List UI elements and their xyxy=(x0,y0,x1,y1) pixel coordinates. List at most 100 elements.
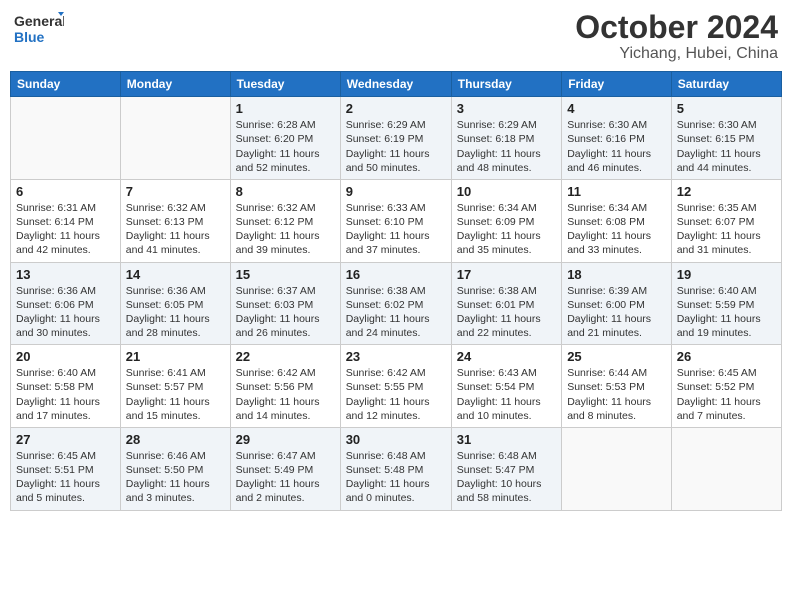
day-number: 9 xyxy=(346,184,446,199)
day-info: Sunrise: 6:37 AMSunset: 6:03 PMDaylight:… xyxy=(236,284,335,341)
calendar-cell: 11 Sunrise: 6:34 AMSunset: 6:08 PMDayligh… xyxy=(562,179,672,262)
calendar-cell: 4 Sunrise: 6:30 AMSunset: 6:16 PMDaylight… xyxy=(562,97,672,180)
day-info: Sunrise: 6:41 AMSunset: 5:57 PMDaylight:… xyxy=(126,366,225,423)
day-number: 2 xyxy=(346,101,446,116)
calendar-week-row: 20 Sunrise: 6:40 AMSunset: 5:58 PMDayligh… xyxy=(11,345,782,428)
day-info: Sunrise: 6:46 AMSunset: 5:50 PMDaylight:… xyxy=(126,449,225,506)
day-number: 19 xyxy=(677,267,776,282)
day-number: 24 xyxy=(457,349,556,364)
calendar-cell: 8Sunrise: 6:32 AMSunset: 6:12 PMDaylight… xyxy=(230,179,340,262)
day-number: 3 xyxy=(457,101,556,116)
calendar-cell: 2Sunrise: 6:29 AMSunset: 6:19 PMDaylight… xyxy=(340,97,451,180)
calendar-cell: 5 Sunrise: 6:30 AMSunset: 6:15 PMDaylight… xyxy=(671,97,781,180)
calendar-cell: 1 Sunrise: 6:28 AMSunset: 6:20 PMDaylight… xyxy=(230,97,340,180)
calendar-cell: 20 Sunrise: 6:40 AMSunset: 5:58 PMDayligh… xyxy=(11,345,121,428)
logo-svg: General Blue xyxy=(14,10,64,50)
day-info: Sunrise: 6:40 AMSunset: 5:58 PMDaylight:… xyxy=(16,366,115,423)
day-number: 5 xyxy=(677,101,776,116)
calendar-cell: 22 Sunrise: 6:42 AMSunset: 5:56 PMDayligh… xyxy=(230,345,340,428)
logo: General Blue xyxy=(14,10,64,50)
day-info: Sunrise: 6:34 AMSunset: 6:09 PMDaylight:… xyxy=(457,201,556,258)
calendar-cell: 18Sunrise: 6:39 AMSunset: 6:00 PMDayligh… xyxy=(562,262,672,345)
day-number: 25 xyxy=(567,349,666,364)
calendar-week-row: 13Sunrise: 6:36 AMSunset: 6:06 PMDayligh… xyxy=(11,262,782,345)
day-number: 26 xyxy=(677,349,776,364)
svg-text:General: General xyxy=(14,13,64,29)
day-number: 10 xyxy=(457,184,556,199)
day-number: 20 xyxy=(16,349,115,364)
day-info: Sunrise: 6:48 AMSunset: 5:47 PMDaylight:… xyxy=(457,449,556,506)
day-number: 17 xyxy=(457,267,556,282)
calendar-cell xyxy=(120,97,230,180)
day-info: Sunrise: 6:40 AMSunset: 5:59 PMDaylight:… xyxy=(677,284,776,341)
calendar-cell xyxy=(562,427,672,510)
calendar-cell: 30 Sunrise: 6:48 AMSunset: 5:48 PMDayligh… xyxy=(340,427,451,510)
calendar-cell: 13Sunrise: 6:36 AMSunset: 6:06 PMDayligh… xyxy=(11,262,121,345)
day-info: Sunrise: 6:39 AMSunset: 6:00 PMDaylight:… xyxy=(567,284,666,341)
day-number: 8 xyxy=(236,184,335,199)
weekday-header: Saturday xyxy=(671,72,781,97)
weekday-header: Tuesday xyxy=(230,72,340,97)
calendar-cell: 16Sunrise: 6:38 AMSunset: 6:02 PMDayligh… xyxy=(340,262,451,345)
calendar-cell: 19 Sunrise: 6:40 AMSunset: 5:59 PMDayligh… xyxy=(671,262,781,345)
day-number: 7 xyxy=(126,184,225,199)
day-info: Sunrise: 6:44 AMSunset: 5:53 PMDaylight:… xyxy=(567,366,666,423)
day-number: 16 xyxy=(346,267,446,282)
day-number: 31 xyxy=(457,432,556,447)
day-number: 15 xyxy=(236,267,335,282)
day-info: Sunrise: 6:43 AMSunset: 5:54 PMDaylight:… xyxy=(457,366,556,423)
day-info: Sunrise: 6:33 AMSunset: 6:10 PMDaylight:… xyxy=(346,201,446,258)
day-number: 27 xyxy=(16,432,115,447)
calendar-cell: 6 Sunrise: 6:31 AMSunset: 6:14 PMDaylight… xyxy=(11,179,121,262)
day-info: Sunrise: 6:30 AMSunset: 6:15 PMDaylight:… xyxy=(677,118,776,175)
calendar-cell xyxy=(11,97,121,180)
day-info: Sunrise: 6:42 AMSunset: 5:55 PMDaylight:… xyxy=(346,366,446,423)
day-number: 11 xyxy=(567,184,666,199)
calendar-cell: 24 Sunrise: 6:43 AMSunset: 5:54 PMDayligh… xyxy=(451,345,561,428)
day-info: Sunrise: 6:45 AMSunset: 5:51 PMDaylight:… xyxy=(16,449,115,506)
calendar-cell: 17 Sunrise: 6:38 AMSunset: 6:01 PMDayligh… xyxy=(451,262,561,345)
title-block: October 2024 Yichang, Hubei, China xyxy=(575,10,778,63)
day-number: 23 xyxy=(346,349,446,364)
svg-text:Blue: Blue xyxy=(14,29,45,45)
day-info: Sunrise: 6:47 AMSunset: 5:49 PMDaylight:… xyxy=(236,449,335,506)
day-info: Sunrise: 6:42 AMSunset: 5:56 PMDaylight:… xyxy=(236,366,335,423)
calendar-cell: 3Sunrise: 6:29 AMSunset: 6:18 PMDaylight… xyxy=(451,97,561,180)
calendar-cell: 26 Sunrise: 6:45 AMSunset: 5:52 PMDayligh… xyxy=(671,345,781,428)
day-number: 6 xyxy=(16,184,115,199)
calendar-week-row: 6 Sunrise: 6:31 AMSunset: 6:14 PMDaylight… xyxy=(11,179,782,262)
day-number: 4 xyxy=(567,101,666,116)
day-number: 30 xyxy=(346,432,446,447)
day-info: Sunrise: 6:48 AMSunset: 5:48 PMDaylight:… xyxy=(346,449,446,506)
day-number: 22 xyxy=(236,349,335,364)
calendar-cell: 28 Sunrise: 6:46 AMSunset: 5:50 PMDayligh… xyxy=(120,427,230,510)
calendar-cell: 12Sunrise: 6:35 AMSunset: 6:07 PMDayligh… xyxy=(671,179,781,262)
calendar-header: SundayMondayTuesdayWednesdayThursdayFrid… xyxy=(11,72,782,97)
location-title: Yichang, Hubei, China xyxy=(575,45,778,63)
weekday-header: Thursday xyxy=(451,72,561,97)
calendar-cell: 27 Sunrise: 6:45 AMSunset: 5:51 PMDayligh… xyxy=(11,427,121,510)
weekday-header: Sunday xyxy=(11,72,121,97)
weekday-header: Friday xyxy=(562,72,672,97)
day-info: Sunrise: 6:38 AMSunset: 6:01 PMDaylight:… xyxy=(457,284,556,341)
day-info: Sunrise: 6:30 AMSunset: 6:16 PMDaylight:… xyxy=(567,118,666,175)
day-number: 21 xyxy=(126,349,225,364)
day-info: Sunrise: 6:28 AMSunset: 6:20 PMDaylight:… xyxy=(236,118,335,175)
day-info: Sunrise: 6:31 AMSunset: 6:14 PMDaylight:… xyxy=(16,201,115,258)
calendar-table: SundayMondayTuesdayWednesdayThursdayFrid… xyxy=(10,71,782,510)
calendar-week-row: 27 Sunrise: 6:45 AMSunset: 5:51 PMDayligh… xyxy=(11,427,782,510)
day-info: Sunrise: 6:45 AMSunset: 5:52 PMDaylight:… xyxy=(677,366,776,423)
day-number: 29 xyxy=(236,432,335,447)
day-info: Sunrise: 6:36 AMSunset: 6:06 PMDaylight:… xyxy=(16,284,115,341)
calendar-cell xyxy=(671,427,781,510)
day-number: 28 xyxy=(126,432,225,447)
page-header: General Blue October 2024 Yichang, Hubei… xyxy=(10,10,782,63)
day-number: 14 xyxy=(126,267,225,282)
day-info: Sunrise: 6:34 AMSunset: 6:08 PMDaylight:… xyxy=(567,201,666,258)
weekday-header: Monday xyxy=(120,72,230,97)
month-title: October 2024 xyxy=(575,10,778,45)
day-number: 12 xyxy=(677,184,776,199)
calendar-cell: 14Sunrise: 6:36 AMSunset: 6:05 PMDayligh… xyxy=(120,262,230,345)
calendar-cell: 25 Sunrise: 6:44 AMSunset: 5:53 PMDayligh… xyxy=(562,345,672,428)
day-number: 1 xyxy=(236,101,335,116)
